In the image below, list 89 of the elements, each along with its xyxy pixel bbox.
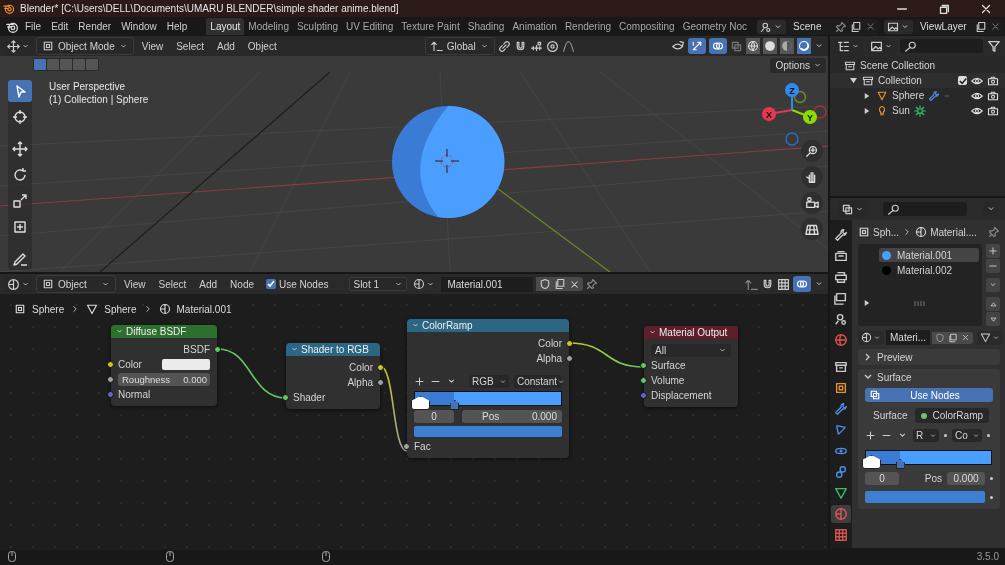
workspace-tab[interactable]: Animation	[508, 18, 561, 35]
use-nodes-checkbox[interactable]: Use Nodes	[262, 278, 329, 290]
panel-header[interactable]: Surface	[858, 369, 1000, 385]
breadcrumb-item[interactable]: Sphere	[104, 303, 137, 315]
interpolation-dropdown[interactable]: Co	[952, 429, 982, 442]
position-field[interactable]: Pos 0.000	[462, 410, 562, 423]
menu-item[interactable]: Add	[194, 278, 223, 290]
menu-item[interactable]: Select	[153, 278, 192, 290]
socket-label: Color	[349, 362, 373, 373]
workspace-tab[interactable]: Texture Paint	[397, 18, 464, 35]
version-text: 3.5.0	[976, 551, 999, 562]
socket-label: Fac	[414, 441, 431, 452]
workspace-tab[interactable]: Rendering	[560, 18, 616, 35]
axis-handle[interactable]: X	[762, 107, 776, 121]
socket-label: Normal	[118, 389, 151, 400]
node-header[interactable]: Material Output	[644, 326, 738, 339]
node-header[interactable]: Diffuse BSDF	[111, 325, 217, 338]
shader-type-dropdown[interactable]: Object	[36, 275, 116, 293]
material-slot-list[interactable]: Material.001 Material.002	[858, 244, 982, 326]
menu-item[interactable]: Object	[242, 40, 282, 52]
workspace-tab[interactable]: Compositing	[615, 18, 679, 35]
menu-item[interactable]: Render	[73, 21, 117, 32]
node-title: Diffuse BSDF	[126, 326, 187, 337]
options-dropdown[interactable]: Options	[769, 58, 826, 73]
menu-item[interactable]: Edit	[46, 21, 74, 32]
target-dropdown[interactable]: All	[651, 344, 731, 357]
breadcrumb-item[interactable]: Material.001	[176, 303, 232, 315]
workspace-tab[interactable]: Shading	[463, 18, 509, 35]
node-title: Material Output	[659, 327, 728, 338]
material-slot[interactable]: Material.001	[879, 248, 979, 262]
surface-shader-field[interactable]: ColorRamp	[915, 408, 990, 423]
3d-viewport[interactable]: Object Mode View Select Add Object Global User Perspective (1) Collection | Sphere Options X Y Z	[0, 36, 828, 274]
color-mode-dropdown[interactable]: RGB	[469, 375, 509, 388]
stop-index-field[interactable]: 0	[865, 472, 899, 485]
stop-index-field[interactable]: 0	[414, 410, 454, 423]
menu-item[interactable]: View	[136, 40, 169, 52]
viewport-info-text: User Perspective	[49, 80, 127, 93]
socket-label: Alpha	[536, 353, 562, 364]
outliner-item[interactable]: Sphere	[892, 90, 925, 101]
panel-title: Surface	[877, 371, 912, 383]
socket-label: Color	[538, 338, 562, 349]
socket-label: Volume	[651, 375, 685, 386]
field-label: Surface	[873, 410, 908, 421]
panel-title: Preview	[877, 351, 913, 363]
workspace-tab[interactable]: Sculpting	[292, 18, 343, 35]
color-mode-dropdown[interactable]: R	[913, 429, 939, 442]
breadcrumb-item: Material....	[930, 226, 977, 238]
outliner-item[interactable]: Sun	[892, 105, 910, 116]
material-name-field[interactable]: Materi...	[886, 330, 931, 345]
viewport-info-text: (1) Collection | Sphere	[49, 93, 149, 106]
position-field[interactable]: 0.000	[947, 472, 985, 485]
slot-dropdown[interactable]: Slot 1	[349, 277, 408, 291]
material-name-field[interactable]: Material.001	[441, 276, 534, 292]
breadcrumb-item: Sph...	[873, 226, 900, 238]
mode-dropdown[interactable]: Object Mode	[36, 37, 134, 55]
value-slider[interactable]: Roughness 0.000	[118, 373, 210, 386]
axis-handle[interactable]: Y	[803, 110, 817, 124]
menu-item[interactable]: Window	[116, 21, 162, 32]
menu-item[interactable]: Select	[171, 40, 209, 52]
interpolation-dropdown[interactable]: Constant	[514, 375, 562, 388]
node-title: ColorRamp	[422, 320, 473, 331]
node-header[interactable]: ColorRamp	[407, 319, 569, 332]
axis-handle[interactable]: Z	[785, 83, 799, 97]
menu-item[interactable]: Node	[225, 278, 259, 290]
socket-label: Shader	[293, 392, 326, 403]
menu-item[interactable]: Help	[161, 21, 193, 32]
menu-item[interactable]: View	[119, 278, 151, 290]
workspace-tab[interactable]: Geometry Noc	[678, 18, 752, 35]
node-title: Shader to RGB	[301, 344, 369, 355]
socket-label: Displacement	[651, 390, 712, 401]
socket-label: Alpha	[347, 377, 373, 388]
socket-label: BSDF	[183, 344, 210, 355]
workspace-tab[interactable]: UV Editing	[342, 18, 398, 35]
outliner-item[interactable]: Scene Collection	[860, 60, 936, 71]
outliner-item[interactable]: Collection	[878, 75, 922, 86]
panel-header[interactable]: Preview	[858, 349, 1000, 365]
breadcrumb-item[interactable]: Sphere	[32, 303, 65, 315]
field-label: Pos	[924, 473, 942, 484]
use-nodes-button[interactable]: Use Nodes	[865, 388, 993, 402]
node-header[interactable]: Shader to RGB	[286, 343, 380, 356]
material-slot[interactable]: Material.002	[879, 263, 979, 277]
workspace-tab[interactable]: Modeling	[244, 18, 293, 35]
socket-label: Color	[118, 359, 142, 370]
socket-label: Surface	[651, 360, 686, 371]
menu-item[interactable]: File	[20, 21, 47, 32]
window-title: Blender* [C:\Users\DELL\Documents\UMARU BLENDER\simple shader anime.blend]	[20, 3, 399, 14]
orientation-dropdown[interactable]: Global	[424, 37, 495, 55]
workspace-tab[interactable]: Layout	[206, 18, 245, 35]
menu-item[interactable]: Add	[212, 40, 240, 52]
